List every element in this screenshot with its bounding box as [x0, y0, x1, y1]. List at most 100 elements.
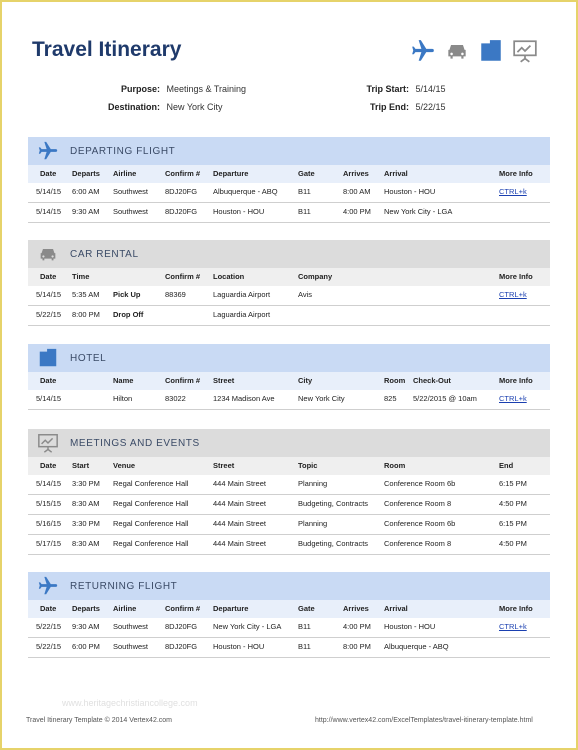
- cell-date: 5/15/15: [36, 499, 62, 508]
- cell-arrival: Houston - HOU: [384, 187, 436, 196]
- col-more-info: More Info: [499, 272, 533, 281]
- table-row: 5/14/15 9:30 AM Southwest 8DJ20FG Housto…: [28, 203, 550, 223]
- car-rental-header: CAR RENTAL: [28, 240, 550, 268]
- table-row: 5/14/15 3:30 PM Regal Conference Hall 44…: [28, 475, 550, 495]
- cell-venue: Regal Conference Hall: [113, 519, 189, 528]
- col-departure: Departure: [213, 604, 249, 613]
- cell-arrives: 4:00 PM: [343, 207, 371, 216]
- cell-end: 4:50 PM: [499, 539, 527, 548]
- table-row: 5/16/15 3:30 PM Regal Conference Hall 44…: [28, 515, 550, 535]
- cell-date: 5/14/15: [36, 479, 62, 488]
- more-info-link[interactable]: CTRL+k: [499, 286, 527, 304]
- col-date: Date: [40, 461, 57, 470]
- cell-street: 1234 Madison Ave: [213, 394, 275, 403]
- more-info-link[interactable]: CTRL+k: [499, 390, 527, 408]
- cell-departure: Houston - HOU: [213, 642, 265, 651]
- col-arrival: Arrival: [384, 169, 408, 178]
- car-rental-section: CAR RENTAL Date Time Confirm # Location …: [28, 240, 550, 326]
- cell-gate: B11: [298, 207, 311, 216]
- meetings-section: MEETINGS AND EVENTS Date Start Venue Str…: [28, 429, 550, 555]
- cell-date: 5/14/15: [36, 207, 62, 216]
- returning-flight-section: RETURNING FLIGHT Date Departs Airline Co…: [28, 572, 550, 658]
- cell-city: New York City: [298, 394, 345, 403]
- more-info-link[interactable]: CTRL+k: [499, 618, 527, 636]
- cell-topic: Planning: [298, 519, 328, 528]
- section-title: DEPARTING FLIGHT: [70, 145, 176, 157]
- col-date: Date: [40, 604, 57, 613]
- cell-date: 5/17/15: [36, 539, 62, 548]
- cell-start: 8:30 AM: [72, 499, 100, 508]
- col-departure: Departure: [213, 169, 249, 178]
- airplane-icon: [34, 139, 62, 163]
- building-icon: [34, 346, 62, 370]
- airplane-icon: [410, 38, 436, 64]
- cell-arrival: New York City - LGA: [384, 207, 453, 216]
- cell-arrives: 8:00 PM: [343, 642, 371, 651]
- cell-departure: Albuquerque - ABQ: [213, 187, 278, 196]
- cell-confirm: 8DJ20FG: [165, 187, 198, 196]
- col-arrives: Arrives: [343, 169, 369, 178]
- cell-departs: 9:30 AM: [72, 207, 100, 216]
- trip-start-value: 5/14/15: [415, 84, 446, 94]
- table-row: 5/14/15 6:00 AM Southwest 8DJ20FG Albuqu…: [28, 183, 550, 203]
- column-headers: Date Departs Airline Confirm # Departure…: [28, 165, 550, 183]
- cell-venue: Regal Conference Hall: [113, 479, 189, 488]
- col-location: Location: [213, 272, 245, 281]
- cell-start: 8:30 AM: [72, 539, 100, 548]
- cell-room: Conference Room 6b: [384, 519, 456, 528]
- trip-end-label: Trip End:: [370, 102, 409, 112]
- presentation-icon: [512, 38, 538, 64]
- col-topic: Topic: [298, 461, 318, 470]
- section-title: HOTEL: [70, 352, 107, 364]
- cell-location: Laguardia Airport: [213, 290, 271, 299]
- cell-start: 3:30 PM: [72, 519, 100, 528]
- col-gate: Gate: [298, 604, 315, 613]
- col-check-out: Check-Out: [413, 376, 451, 385]
- col-venue: Venue: [113, 461, 136, 470]
- col-arrives: Arrives: [343, 604, 369, 613]
- cell-gate: B11: [298, 622, 311, 631]
- col-confirm: Confirm #: [165, 376, 201, 385]
- cell-departs: 6:00 PM: [72, 642, 100, 651]
- cell-confirm: 83022: [165, 394, 186, 403]
- footer-copyright: Travel Itinerary Template © 2014 Vertex4…: [26, 717, 173, 724]
- cell-topic: Planning: [298, 479, 328, 488]
- cell-airline: Southwest: [113, 642, 149, 651]
- cell-date: 5/14/15: [36, 187, 62, 196]
- trip-end-value: 5/22/15: [415, 102, 446, 112]
- cell-airline: Southwest: [113, 207, 149, 216]
- col-street: Street: [213, 376, 235, 385]
- cell-departure: New York City - LGA: [213, 622, 282, 631]
- presentation-icon: [34, 431, 62, 455]
- col-departs: Departs: [72, 604, 100, 613]
- cell-confirm: 8DJ20FG: [165, 642, 198, 651]
- cell-street: 444 Main Street: [213, 539, 266, 548]
- footer-url[interactable]: http://www.vertex42.com/ExcelTemplates/t…: [315, 717, 533, 724]
- col-name: Name: [113, 376, 134, 385]
- purpose-label: Purpose:: [120, 84, 160, 94]
- cell-room: Conference Room 8: [384, 499, 452, 508]
- car-icon: [34, 242, 62, 266]
- cell-action: Pick Up: [113, 290, 141, 299]
- more-info-link[interactable]: CTRL+k: [499, 183, 527, 201]
- trip-end-row: Trip End: 5/22/15: [345, 102, 446, 112]
- col-date: Date: [40, 376, 57, 385]
- returning-flight-header: RETURNING FLIGHT: [28, 572, 550, 600]
- cell-name: Hilton: [113, 394, 133, 403]
- col-date: Date: [40, 272, 57, 281]
- building-icon: [478, 38, 504, 64]
- cell-end: 6:15 PM: [499, 479, 527, 488]
- col-time: Time: [72, 272, 90, 281]
- cell-venue: Regal Conference Hall: [113, 499, 189, 508]
- airplane-icon: [34, 574, 62, 598]
- table-row: 5/15/15 8:30 AM Regal Conference Hall 44…: [28, 495, 550, 515]
- col-end: End: [499, 461, 514, 470]
- col-arrival: Arrival: [384, 604, 408, 613]
- table-row: 5/14/15 5:35 AM Pick Up 88369 Laguardia …: [28, 286, 550, 306]
- cell-start: 3:30 PM: [72, 479, 100, 488]
- page-title: Travel Itinerary: [32, 38, 182, 61]
- col-room: Room: [384, 376, 406, 385]
- col-confirm: Confirm #: [165, 272, 201, 281]
- col-start: Start: [72, 461, 90, 470]
- col-departs: Departs: [72, 169, 100, 178]
